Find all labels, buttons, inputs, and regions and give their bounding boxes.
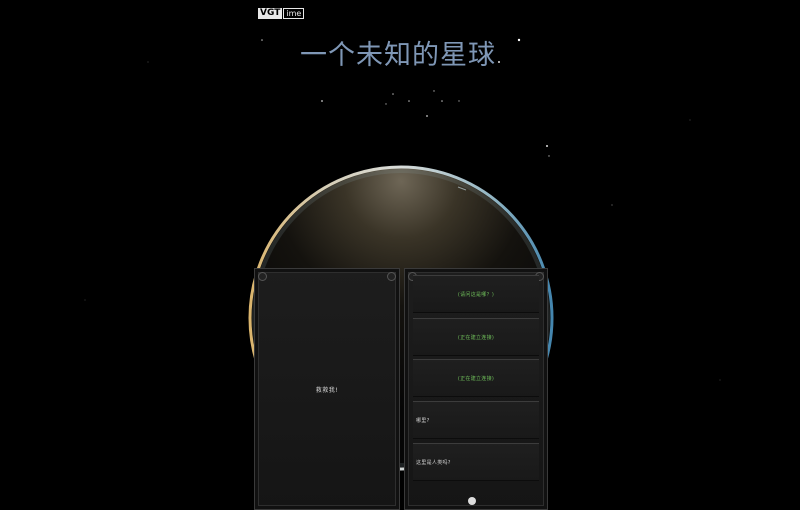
choice-label: 这里是人类吗? [416, 459, 451, 466]
choice-option-4[interactable]: 哪里? [413, 401, 539, 439]
message-panel: 救救我! [254, 268, 400, 510]
choice-option-5[interactable]: 这里是人类吗? [413, 443, 539, 481]
choice-option-1[interactable]: (请问这是哪？) [413, 275, 539, 313]
rivet-icon [258, 272, 267, 281]
choice-option-2[interactable]: (正在建立连接) [413, 318, 539, 356]
planet [248, 165, 554, 471]
page-title: 一个未知的星球 [300, 40, 496, 71]
scroll-indicator-icon [468, 497, 476, 505]
choice-label: 哪里? [416, 417, 430, 424]
choice-label: (正在建立连接) [457, 375, 495, 382]
logo-text: ime [283, 8, 305, 19]
choice-option-3[interactable]: (正在建立连接) [413, 359, 539, 397]
logo-badge: VGT [258, 8, 283, 19]
rivet-icon [387, 272, 396, 281]
message-text: 救救我! [315, 387, 339, 394]
choice-label: (请问这是哪？) [457, 291, 495, 298]
vgtime-logo: VGT ime [258, 8, 305, 19]
choice-label: (正在建立连接) [457, 334, 495, 341]
choices-panel: (请问这是哪？) (正在建立连接) (正在建立连接) 哪里? 这里是人类吗? [404, 268, 548, 510]
